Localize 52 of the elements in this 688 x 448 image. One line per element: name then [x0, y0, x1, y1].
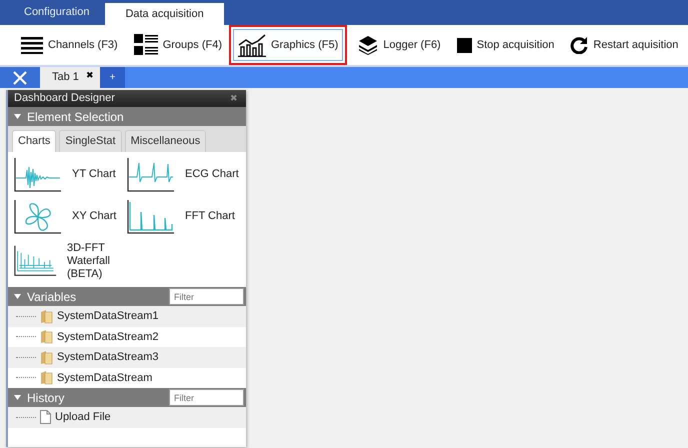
toolbar-button[interactable]: Logger (F6) — [353, 29, 446, 61]
filter-field[interactable]: Filter — [169, 288, 244, 306]
stop-icon — [456, 38, 472, 52]
sub-tab[interactable]: Charts — [12, 130, 56, 152]
tree-item[interactable]: SystemDataStream — [57, 370, 152, 386]
xy-chart-icon[interactable] — [14, 200, 62, 234]
sub-tab[interactable]: SingleStat — [59, 130, 122, 152]
toolbar-button[interactable]: Restart aquisition — [565, 29, 684, 61]
chart-label[interactable]: FFT Chart — [185, 210, 235, 224]
tab-close-button[interactable]: ✖ — [86, 69, 94, 82]
panel-title: Dashboard Designer — [14, 91, 115, 106]
section-header[interactable]: Variables Filter — [8, 287, 246, 306]
section-title: History — [27, 390, 64, 407]
toolbar-button[interactable]: Groups (F4) — [128, 29, 227, 61]
folder-icon — [40, 329, 53, 344]
waterfall-chart-icon[interactable] — [14, 244, 57, 278]
panel-close-button[interactable]: ✖ — [230, 92, 238, 106]
chart-icon — [238, 33, 266, 57]
section-title: Element Selection — [27, 108, 124, 126]
folder-icon — [40, 350, 53, 365]
fft-chart-icon[interactable] — [127, 200, 175, 234]
layers-icon — [358, 35, 378, 55]
caret-down-icon — [14, 114, 21, 120]
grid-list-icon — [134, 34, 158, 56]
caret-down-icon — [14, 394, 21, 401]
ecg-chart-icon[interactable] — [127, 158, 175, 192]
section-header[interactable]: History Filter — [8, 388, 246, 408]
tab-label[interactable]: Tab 1 — [52, 69, 79, 86]
tree-item[interactable]: SystemDataStream2 — [57, 328, 158, 346]
chart-label[interactable]: ECG Chart — [185, 168, 239, 182]
sub-tab[interactable]: Miscellaneous — [124, 130, 206, 152]
restart-icon — [570, 36, 588, 54]
chart-label[interactable]: YT Chart — [72, 168, 116, 182]
chart-label[interactable]: 3D-FFT Waterfall (BETA) — [67, 242, 127, 282]
main-tab[interactable]: Data acquisition — [105, 3, 224, 25]
yt-chart-icon[interactable] — [14, 158, 62, 192]
filter-field[interactable]: Filter — [169, 389, 244, 406]
section-header[interactable]: Element Selection — [8, 107, 246, 126]
add-tab-button[interactable]: + — [100, 67, 125, 88]
toolbar-button[interactable]: Channels (F3) — [16, 29, 123, 61]
menu-icon — [21, 36, 43, 54]
folder-icon — [40, 370, 53, 386]
close-button[interactable] — [0, 67, 40, 88]
chart-label[interactable]: XY Chart — [72, 210, 116, 224]
caret-down-icon — [14, 294, 21, 300]
tree-item[interactable]: Upload File — [55, 409, 111, 426]
toolbar-button[interactable]: Stop acquisition — [452, 29, 560, 61]
close-icon — [13, 70, 27, 84]
section-title: Variables — [27, 288, 76, 306]
main-tab[interactable]: Configuration — [8, 0, 106, 25]
file-icon — [40, 410, 51, 424]
folder-icon — [40, 308, 53, 324]
